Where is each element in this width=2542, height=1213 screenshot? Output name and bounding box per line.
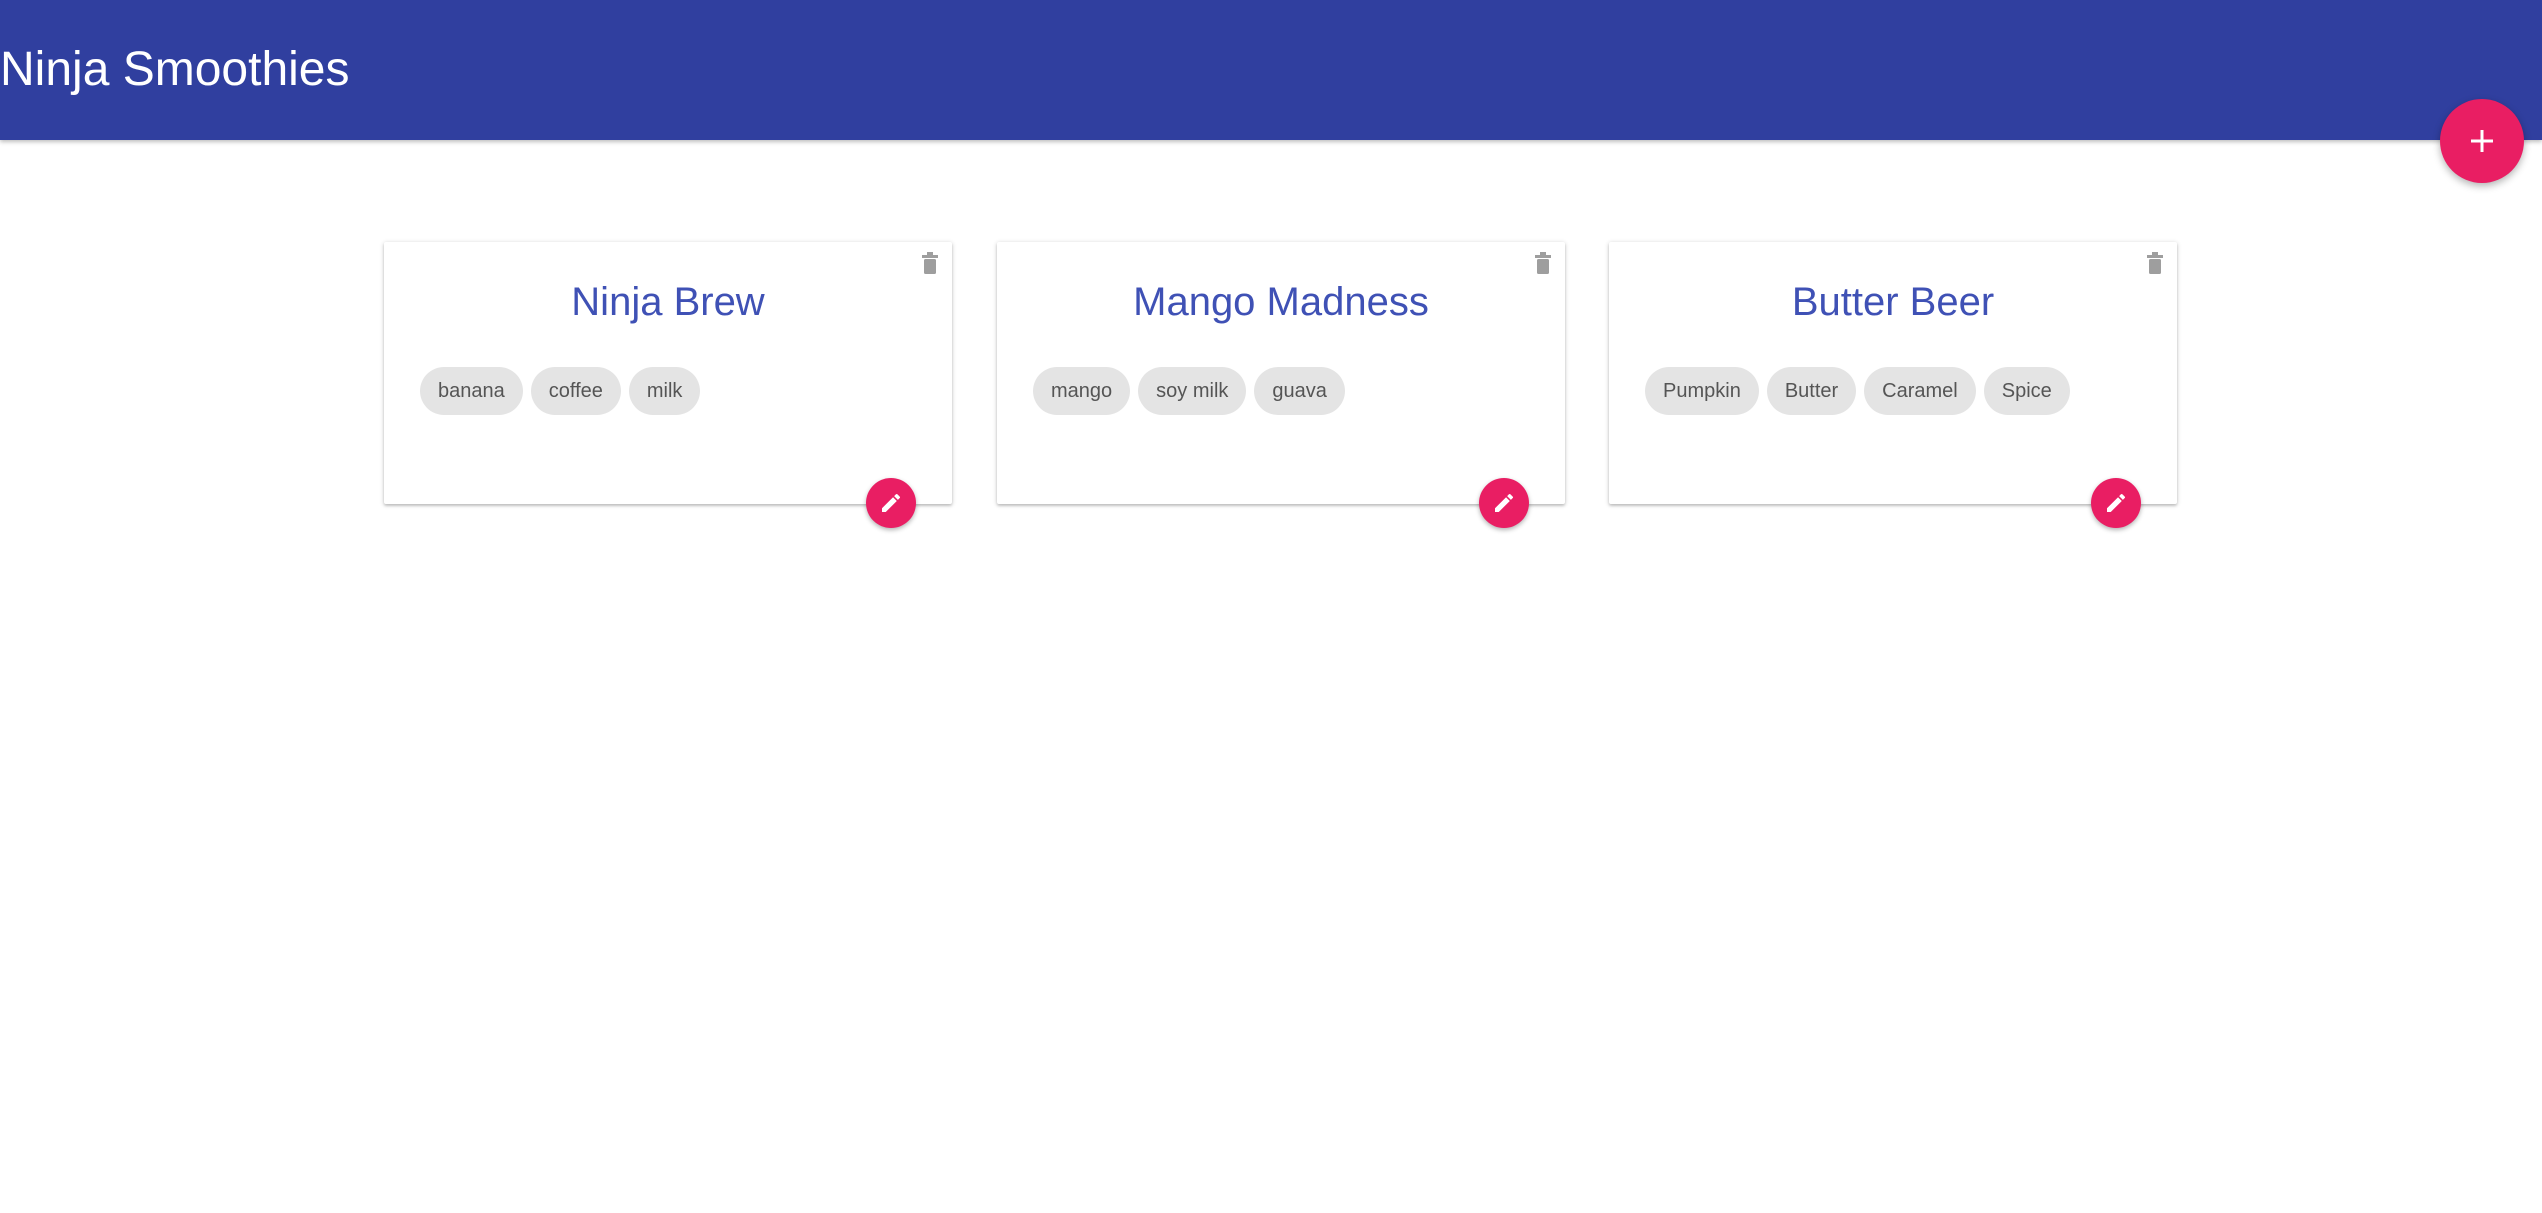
smoothie-card: Ninja Brew banana coffee milk (384, 242, 952, 528)
edit-button[interactable] (2091, 478, 2141, 528)
ingredient-list: Pumpkin Butter Caramel Spice (1645, 367, 2070, 415)
smoothie-title: Ninja Brew (571, 280, 765, 324)
ingredient-chip: Butter (1766, 367, 1857, 415)
plus-icon (2471, 130, 2493, 152)
ingredient-chip: milk (628, 367, 701, 415)
smoothie-title: Mango Madness (1133, 280, 1429, 324)
add-smoothie-button[interactable] (2440, 99, 2524, 183)
ingredient-chip: soy milk (1138, 367, 1247, 415)
smoothie-card: Mango Madness mango soy milk guava (997, 242, 1565, 528)
edit-icon (882, 493, 901, 512)
edit-icon (2107, 493, 2126, 512)
ingredient-chip: Spice (1983, 367, 2070, 415)
ingredient-chip: coffee (530, 367, 621, 415)
navbar: Ninja Smoothies (0, 0, 2542, 140)
ingredient-chip: guava (1254, 367, 1345, 415)
edit-button[interactable] (866, 478, 916, 528)
ingredient-chip: banana (420, 367, 523, 415)
ingredient-chip: Caramel (1864, 367, 1976, 415)
edit-button[interactable] (1479, 478, 1529, 528)
brand-logo[interactable]: Ninja Smoothies (0, 38, 350, 102)
ingredient-chip: mango (1033, 367, 1131, 415)
smoothie-title: Butter Beer (1791, 280, 1995, 324)
ingredient-list: banana coffee milk (420, 367, 701, 415)
edit-icon (1495, 493, 1514, 512)
ingredient-chip: Pumpkin (1645, 367, 1759, 415)
smoothie-card: Butter Beer Pumpkin Butter Caramel Spice (1609, 242, 2177, 528)
ingredient-list: mango soy milk guava (1033, 367, 1345, 415)
